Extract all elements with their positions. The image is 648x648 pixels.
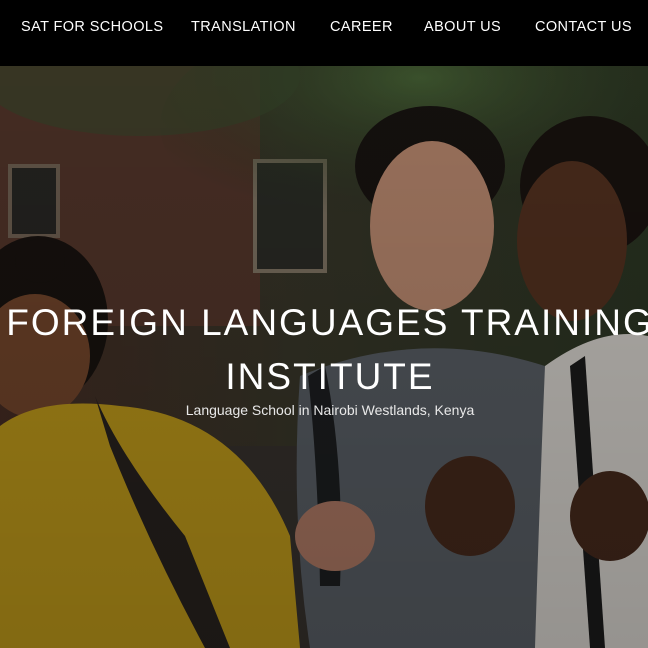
nav-item-contact-us[interactable]: CONTACT US (535, 19, 632, 35)
nav-item-career[interactable]: CAREER (330, 19, 393, 35)
hero-subtitle: Language School in Nairobi Westlands, Ke… (185, 402, 475, 418)
nav-item-translation[interactable]: TRANSLATION (191, 19, 296, 35)
nav-item-sat-for-schools[interactable]: SAT FOR SCHOOLS (21, 19, 163, 35)
nav-item-about-us[interactable]: ABOUT US (424, 19, 501, 35)
hero-title: FOREIGN LANGUAGES TRAINING INSTITUTE (6, 302, 648, 397)
hero-banner: FOREIGN LANGUAGES TRAINING INSTITUTE Lan… (0, 66, 648, 648)
top-navigation: SAT FOR SCHOOLS TRANSLATION CAREER ABOUT… (0, 0, 648, 66)
